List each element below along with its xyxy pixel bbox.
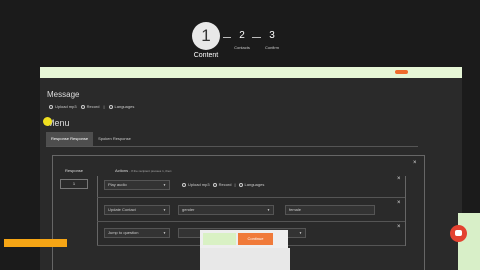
close-icon[interactable]: ×	[397, 224, 401, 230]
actions-header: Actions - If the recipient presses 1, th…	[115, 168, 172, 173]
cursor-highlight	[43, 117, 52, 126]
actions-subtitle: - If the recipient presses 1, then:	[129, 169, 173, 173]
chevron-down-icon: ▼	[163, 231, 166, 235]
row-divider	[97, 221, 405, 222]
upload-mp3-option[interactable]: Upload mp3	[49, 104, 77, 109]
option-label: Record	[86, 104, 100, 109]
back-button[interactable]	[203, 233, 236, 245]
option-label: Languages	[244, 182, 265, 187]
message-title: Message	[47, 90, 80, 99]
record-option[interactable]: Record	[212, 182, 232, 187]
option-label: Upload mp3	[188, 182, 210, 187]
option-label: Upload mp3	[55, 104, 77, 109]
step-label: Content	[193, 52, 219, 59]
header-pill-button[interactable]	[395, 70, 408, 74]
response-header: Response	[65, 168, 84, 173]
step-label: Confirm	[264, 45, 279, 50]
upload-mp3-option[interactable]: Upload mp3	[182, 182, 210, 187]
radio-icon	[49, 104, 53, 109]
save-button[interactable]	[4, 239, 67, 247]
languages-option[interactable]: Languages	[108, 104, 135, 109]
chevron-down-icon: ▼	[163, 183, 166, 187]
radio-icon	[80, 104, 85, 109]
select-value: Play audio	[108, 182, 127, 187]
action-select[interactable]: Update Contact ▼	[104, 205, 170, 215]
option-label: Record	[218, 182, 232, 187]
record-option[interactable]: Record	[80, 104, 100, 109]
audio-options: Upload mp3 Record | Languages	[182, 182, 264, 187]
step-number: 2	[239, 30, 245, 41]
action-select[interactable]: Jump to question ▼	[104, 228, 170, 238]
table-top-border	[52, 155, 424, 156]
menu-tabs: Response Response Spoken Response	[46, 132, 136, 146]
value-input[interactable]: female	[285, 205, 375, 215]
radio-icon	[108, 104, 113, 109]
close-icon[interactable]: ×	[397, 176, 401, 182]
select-value: Update Contact	[108, 207, 136, 212]
tab-spoken-response[interactable]: Spoken Response	[93, 132, 136, 146]
response-input[interactable]: 1	[60, 179, 88, 189]
chevron-down-icon: ▼	[299, 231, 302, 235]
step-confirm[interactable]: 3 Confirm	[262, 30, 282, 50]
step-connector	[223, 37, 231, 38]
field-select[interactable]: gender ▼	[178, 205, 274, 215]
actions-header-label: Actions	[115, 168, 129, 173]
option-separator: |	[234, 182, 236, 187]
select-value: Jump to question	[108, 230, 139, 235]
option-label: Languages	[114, 104, 135, 109]
radio-icon	[238, 182, 243, 187]
select-value: gender	[182, 207, 195, 212]
actions-right-border	[405, 176, 406, 246]
continue-button[interactable]: Continue	[238, 233, 273, 245]
chat-bubble-icon	[455, 230, 462, 236]
row-divider	[97, 197, 405, 198]
tabs-divider	[46, 146, 418, 147]
tab-response[interactable]: Response Response	[46, 132, 94, 146]
chevron-down-icon: ▼	[267, 208, 270, 212]
step-connector	[252, 37, 261, 38]
table-left-border	[52, 155, 53, 270]
actions-left-border	[97, 176, 98, 246]
step-number: 1	[192, 22, 220, 50]
close-icon[interactable]: ×	[413, 160, 417, 166]
table-right-border	[424, 155, 425, 270]
step-content[interactable]: 1 Content	[191, 22, 221, 59]
message-options: Upload mp3 Record | Languages	[49, 104, 134, 109]
step-label: Contacts	[234, 45, 250, 50]
step-number: 3	[269, 30, 275, 41]
radio-icon	[212, 182, 217, 187]
footer-bar	[200, 248, 290, 270]
languages-option[interactable]: Languages	[238, 182, 265, 187]
step-contacts[interactable]: 2 Contacts	[232, 30, 252, 50]
radio-icon	[182, 182, 186, 187]
close-icon[interactable]: ×	[397, 200, 401, 206]
chevron-down-icon: ▼	[163, 208, 166, 212]
action-select[interactable]: Play audio ▼	[104, 180, 170, 190]
option-separator: |	[103, 104, 105, 109]
